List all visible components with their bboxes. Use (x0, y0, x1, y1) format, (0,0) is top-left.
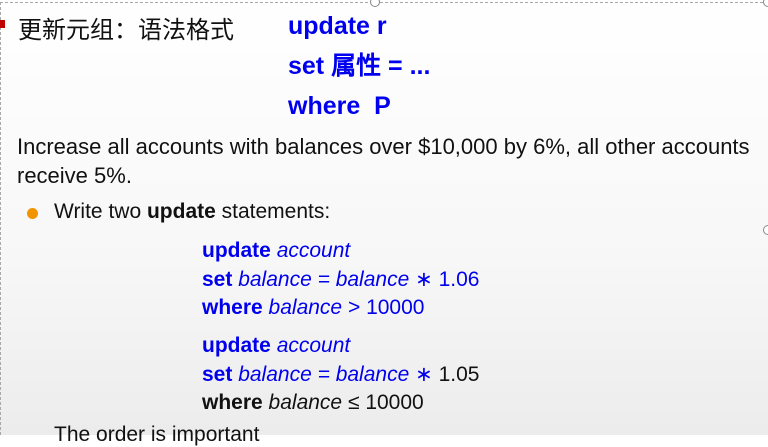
stmt2-update-kw: update (202, 334, 271, 357)
stmt1-update-kw: update (202, 239, 271, 262)
stmt2-where-op: ≤ (347, 391, 360, 414)
bullet-item: Write two update statements: (54, 200, 330, 224)
description-text: Increase all accounts with balances over… (17, 134, 750, 188)
syntax-line-set: set 属性 = ... (288, 52, 431, 80)
syntax-line-where: where P (288, 92, 391, 120)
slide-title: 更新元组：语法格式 (18, 16, 234, 44)
stmt2-set-line: set balance = balance ∗ 1.05 (202, 361, 479, 389)
stmt1-where-kw: where (202, 296, 263, 319)
resize-handle-top-right[interactable] (763, 0, 768, 7)
selection-border-top (0, 2, 768, 3)
stmt1-op: ∗ (415, 268, 433, 291)
bullet-dot (27, 208, 38, 219)
stmt1-update-line: update account (202, 237, 350, 265)
stmt2-table: account (276, 334, 351, 357)
resize-handle-top[interactable] (370, 0, 380, 7)
stmt1-set-kw: set (202, 268, 233, 291)
stmt2-update-line: update account (202, 332, 350, 360)
bullet-suffix: statements: (215, 200, 331, 223)
stmt1-factor: 1.06 (438, 268, 480, 291)
title-marker (0, 20, 5, 28)
resize-handle-right[interactable] (763, 225, 768, 235)
stmt2-set-kw: set (202, 363, 233, 386)
stmt1-where-attr: balance (268, 296, 343, 319)
stmt2-where-kw: where (202, 391, 263, 414)
selection-border-left (0, 2, 1, 435)
stmt1-where-line: where balance > 10000 (202, 294, 424, 322)
stmt1-set-line: set balance = balance ∗ 1.06 (202, 266, 479, 294)
stmt2-set-expr: balance = balance (238, 363, 410, 386)
stmt1-table: account (276, 239, 351, 262)
cut-off-text: The order is important (54, 423, 260, 446)
stmt2-op: ∗ (415, 363, 433, 386)
stmt1-where-op: > (347, 296, 361, 319)
bullet-keyword: update (146, 200, 216, 223)
syntax-line-update: update r (288, 12, 387, 40)
stmt2-where-line: where balance ≤ 10000 (202, 389, 424, 417)
stmt2-where-val: 10000 (365, 391, 424, 414)
bullet-prefix: Write two (54, 200, 147, 223)
stmt2-factor: 1.05 (438, 363, 480, 386)
stmt1-where-val: 10000 (366, 296, 425, 319)
stmt2-where-attr: balance (268, 391, 343, 414)
stmt1-set-expr: balance = balance (238, 268, 410, 291)
